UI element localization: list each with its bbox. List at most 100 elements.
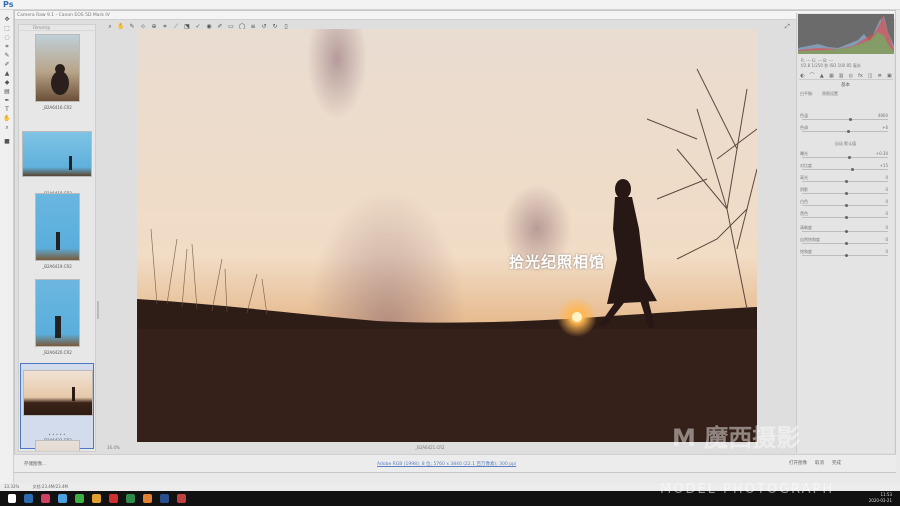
slider-row[interactable]: 清晰度 0 bbox=[800, 225, 892, 234]
slider-track[interactable] bbox=[802, 215, 888, 219]
slider-handle[interactable] bbox=[849, 117, 853, 121]
white-balance-row[interactable]: 白平衡: 原照设置 bbox=[800, 91, 892, 100]
marquee-tool-icon[interactable]: ⬚ bbox=[3, 25, 11, 32]
slider-row[interactable]: 色调 +6 bbox=[800, 125, 892, 134]
done-button[interactable]: 完成 bbox=[832, 460, 841, 466]
slider-row[interactable]: 白色 0 bbox=[800, 199, 892, 208]
slider-handle[interactable] bbox=[845, 179, 848, 183]
slider-row[interactable]: 自然饱和度 0 bbox=[800, 237, 892, 246]
slider-track[interactable] bbox=[802, 203, 888, 207]
slider-track[interactable] bbox=[802, 191, 888, 195]
presets-tab-icon[interactable]: ≣ bbox=[876, 73, 883, 79]
slider-handle[interactable] bbox=[845, 253, 848, 257]
slider-value[interactable]: 0 bbox=[885, 225, 888, 230]
slider-track[interactable] bbox=[802, 129, 888, 133]
hand-tool-icon[interactable]: ✋ bbox=[3, 115, 11, 122]
slider-row[interactable]: 黑色 0 bbox=[800, 211, 892, 220]
slider-handle[interactable] bbox=[847, 155, 851, 159]
camera-calibration-tab-icon[interactable]: ◫ bbox=[867, 73, 874, 79]
zoom-icon[interactable]: ⌕ bbox=[106, 23, 114, 31]
photoshop-taskbar-icon[interactable] bbox=[160, 494, 169, 503]
stamp-tool-icon[interactable]: ▲ bbox=[3, 70, 11, 77]
filmstrip-item[interactable] bbox=[20, 437, 94, 451]
taskbar-app-icon[interactable] bbox=[109, 494, 118, 503]
slider-handle[interactable] bbox=[845, 241, 848, 245]
tone-curve-tab-icon[interactable]: ⌒ bbox=[809, 73, 816, 79]
effects-tab-icon[interactable]: fx bbox=[857, 73, 864, 79]
taskbar-app-icon[interactable] bbox=[58, 494, 67, 503]
slider-handle[interactable] bbox=[845, 229, 848, 233]
filmstrip-item[interactable]: _B2A6420.CR2 bbox=[20, 276, 94, 362]
hsl-tab-icon[interactable]: ▦ bbox=[828, 73, 835, 79]
white-balance-icon[interactable]: ✎ bbox=[128, 23, 136, 31]
slider-track[interactable] bbox=[802, 155, 888, 159]
slider-value[interactable]: +15 bbox=[880, 163, 888, 168]
basic-tab-icon[interactable]: ◐ bbox=[799, 73, 806, 79]
slider-value[interactable]: +6 bbox=[882, 125, 888, 130]
eraser-tool-icon[interactable]: ◆ bbox=[3, 79, 11, 86]
taskbar-app-icon[interactable] bbox=[41, 494, 50, 503]
slider-handle[interactable] bbox=[845, 203, 848, 207]
slider-value[interactable]: 0 bbox=[885, 249, 888, 254]
taskbar-app-icon[interactable] bbox=[92, 494, 101, 503]
lasso-tool-icon[interactable]: ◌ bbox=[3, 34, 11, 41]
slider-handle[interactable] bbox=[851, 167, 855, 171]
slider-row[interactable]: 阴影 0 bbox=[800, 187, 892, 196]
filmstrip-item[interactable]: _B2A6416.CR2 bbox=[20, 31, 94, 117]
fullscreen-icon[interactable]: ⤢ bbox=[785, 23, 790, 31]
lens-tab-icon[interactable]: ◎ bbox=[847, 73, 854, 79]
taskbar-app-icon[interactable] bbox=[177, 494, 186, 503]
taskbar-app-icon[interactable] bbox=[126, 494, 135, 503]
slider-track[interactable] bbox=[802, 167, 888, 171]
white-balance-select[interactable]: 原照设置 bbox=[822, 91, 838, 97]
slider-handle[interactable] bbox=[845, 191, 848, 195]
cancel-button[interactable]: 取消 bbox=[815, 460, 824, 466]
hand-icon[interactable]: ✋ bbox=[117, 23, 125, 31]
crop-tool-icon[interactable]: ⌗ bbox=[3, 43, 11, 50]
save-image-button[interactable]: 存储图像... bbox=[24, 461, 46, 467]
detail-tab-icon[interactable]: ▲ bbox=[818, 73, 825, 79]
slider-row[interactable]: 色温 4800 bbox=[800, 113, 892, 122]
slider-row[interactable]: 对比度 +15 bbox=[800, 163, 892, 172]
split-toning-tab-icon[interactable]: ▥ bbox=[838, 73, 845, 79]
slider-track[interactable] bbox=[802, 253, 888, 257]
windows-start-icon[interactable] bbox=[8, 494, 16, 503]
panel-resize-handle[interactable] bbox=[97, 301, 99, 319]
slider-row[interactable]: 高光 0 bbox=[800, 175, 892, 184]
auto-default-links[interactable]: 自动 默认值 bbox=[797, 141, 894, 147]
zoom-level[interactable]: 16.4% bbox=[107, 445, 120, 450]
image-preview[interactable]: 拾光纪照相馆 bbox=[137, 29, 757, 442]
system-clock[interactable]: 11:53 2020-03-21 bbox=[869, 492, 892, 504]
open-image-button[interactable]: 打开图像 bbox=[789, 460, 807, 466]
move-tool-icon[interactable]: ✥ bbox=[3, 16, 11, 23]
folder-icon[interactable] bbox=[143, 494, 152, 503]
filmstrip-item[interactable]: _B2A6419.CR2 bbox=[20, 190, 94, 276]
snapshots-tab-icon[interactable]: ▣ bbox=[886, 73, 893, 79]
brush-tool-icon[interactable]: ✐ bbox=[3, 61, 11, 68]
wechat-icon[interactable] bbox=[75, 494, 84, 503]
slider-value[interactable]: 0 bbox=[885, 199, 888, 204]
slider-value[interactable]: 0 bbox=[885, 175, 888, 180]
slider-value[interactable]: 4800 bbox=[878, 113, 888, 118]
pen-tool-icon[interactable]: ✒ bbox=[3, 97, 11, 104]
slider-track[interactable] bbox=[802, 229, 888, 233]
slider-track[interactable] bbox=[802, 179, 888, 183]
slider-row[interactable]: 饱和度 0 bbox=[800, 249, 892, 258]
text-tool-icon[interactable]: T bbox=[3, 106, 11, 113]
slider-value[interactable]: +0.30 bbox=[876, 151, 888, 156]
slider-value[interactable]: 0 bbox=[885, 211, 888, 216]
slider-track[interactable] bbox=[802, 241, 888, 245]
thumbnail-image bbox=[23, 370, 93, 416]
zoom-tool-icon[interactable]: ⌕ bbox=[3, 124, 11, 131]
taskbar-app-icon[interactable] bbox=[24, 494, 33, 503]
workflow-options-link[interactable]: Adobe RGB (1998); 8 位; 5760 x 3840 (22.1… bbox=[377, 461, 516, 467]
slider-handle[interactable] bbox=[846, 129, 850, 133]
eyedropper-tool-icon[interactable]: ✎ bbox=[3, 52, 11, 59]
slider-track[interactable] bbox=[802, 117, 888, 121]
slider-value[interactable]: 0 bbox=[885, 187, 888, 192]
slider-handle[interactable] bbox=[845, 215, 848, 219]
foreground-color-icon[interactable]: ■ bbox=[3, 138, 11, 145]
slider-value[interactable]: 0 bbox=[885, 237, 888, 242]
gradient-tool-icon[interactable]: ▤ bbox=[3, 88, 11, 95]
slider-row[interactable]: 曝光 +0.30 bbox=[800, 151, 892, 160]
